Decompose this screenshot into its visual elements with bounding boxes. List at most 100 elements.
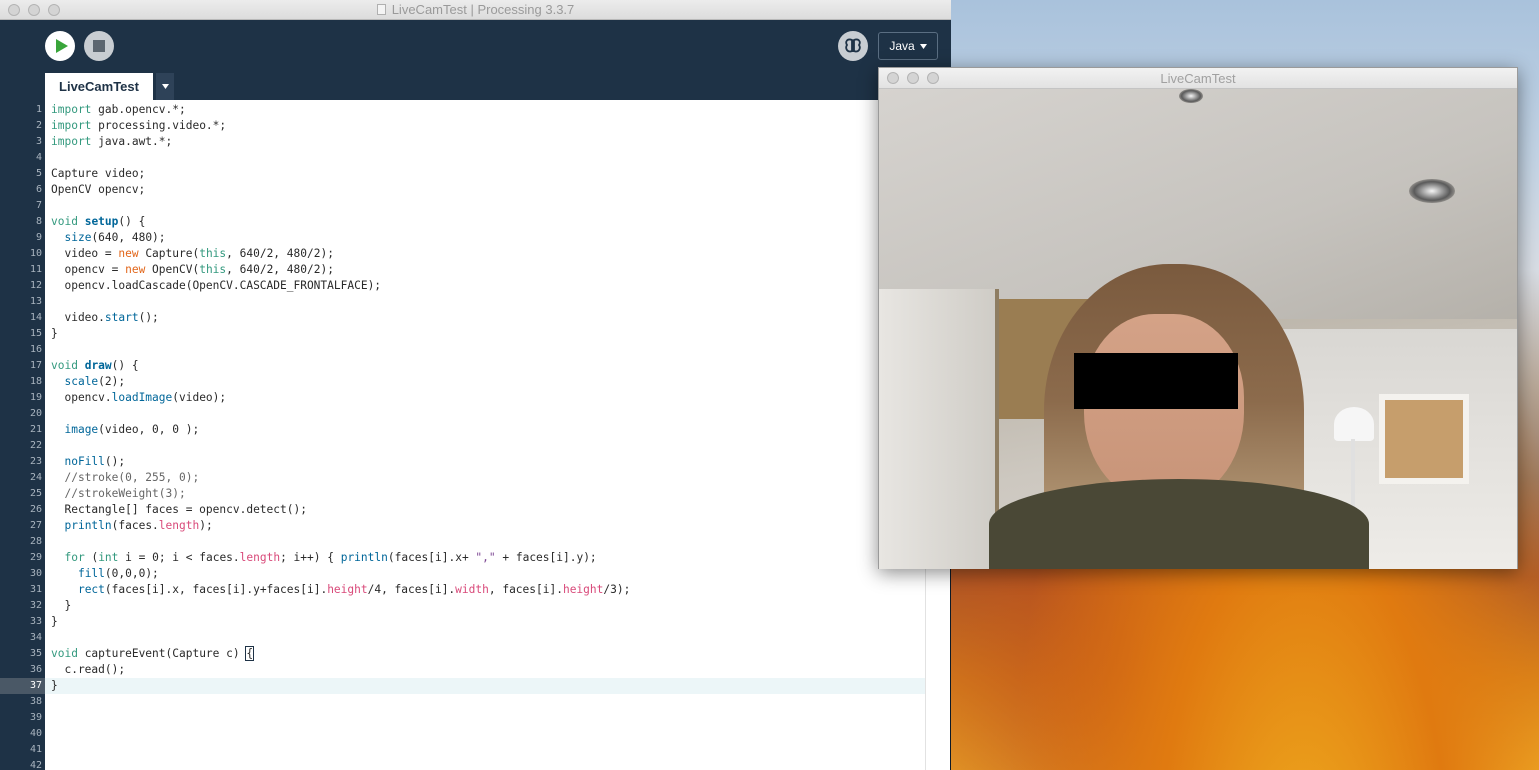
code-token: draw bbox=[84, 359, 112, 372]
ceiling-light bbox=[1409, 179, 1455, 203]
stop-button[interactable] bbox=[84, 31, 114, 61]
code-token: rect bbox=[77, 583, 105, 596]
code-token: OpenCV opencv; bbox=[51, 183, 146, 196]
debugger-butterfly-icon bbox=[845, 38, 861, 53]
line-number: 27 bbox=[29, 520, 42, 531]
code-token: fill bbox=[77, 567, 105, 580]
code-line: //strokeWeight(3); bbox=[51, 486, 185, 502]
code-line: import gab.opencv.*; bbox=[51, 102, 186, 118]
code-line: rect(faces[i].x, faces[i].y+faces[i].hei… bbox=[51, 582, 630, 598]
ide-toolbar: Java bbox=[0, 20, 951, 72]
code-token: i = 0; i < faces. bbox=[118, 551, 240, 564]
play-icon bbox=[55, 39, 68, 53]
code-line: image(video, 0, 0 ); bbox=[51, 422, 199, 438]
code-line: Capture video; bbox=[51, 166, 145, 182]
line-number: 29 bbox=[29, 552, 42, 563]
code-token: } bbox=[51, 615, 58, 628]
code-token: loadImage bbox=[111, 391, 173, 404]
code-token: import bbox=[51, 119, 92, 132]
code-line: } bbox=[51, 326, 58, 342]
code-token: /3); bbox=[603, 583, 631, 596]
code-line: void setup() { bbox=[51, 214, 145, 230]
code-token: () { bbox=[118, 215, 146, 228]
code-token: Rectangle[] faces = opencv.detect(); bbox=[51, 503, 307, 516]
line-number: 19 bbox=[29, 392, 42, 403]
line-number: 34 bbox=[29, 632, 42, 643]
line-number: 7 bbox=[35, 200, 42, 211]
sketch-titlebar: LiveCamTest bbox=[879, 68, 1517, 89]
code-token: "," bbox=[475, 551, 496, 564]
code-token: } bbox=[51, 327, 58, 340]
code-token: captureEvent(Capture c) bbox=[77, 647, 247, 660]
code-token: import bbox=[51, 103, 92, 116]
tab-menu-button[interactable] bbox=[156, 73, 174, 100]
line-number: 4 bbox=[35, 152, 42, 163]
line-number-gutter: 1 2 3 4 5 6 7 8 9 10 11 12 13 14 15 16 17 18 19 20 21 22 23 24 2… bbox=[0, 100, 45, 770]
run-button[interactable] bbox=[45, 31, 75, 61]
code-line: println(faces.length); bbox=[51, 518, 212, 534]
line-number: 10 bbox=[29, 248, 42, 259]
line-number: 9 bbox=[35, 232, 42, 243]
line-number: 15 bbox=[29, 328, 42, 339]
webcam-video-canvas bbox=[879, 89, 1517, 569]
line-number: 24 bbox=[29, 472, 42, 483]
code-editor[interactable]: import gab.opencv.*; import processing.vi… bbox=[45, 100, 925, 770]
code-token: this bbox=[199, 263, 227, 276]
code-token: opencv. bbox=[51, 391, 112, 404]
code-token: { bbox=[245, 646, 255, 661]
code-token: (0,0,0); bbox=[104, 567, 159, 580]
code-token: java.awt.*; bbox=[91, 135, 173, 148]
code-line: OpenCV opencv; bbox=[51, 182, 145, 198]
code-line: } bbox=[51, 614, 58, 630]
ide-window-title-text: LiveCamTest | Processing 3.3.7 bbox=[391, 2, 575, 17]
code-line: void draw() { bbox=[51, 358, 139, 374]
line-number: 20 bbox=[29, 408, 42, 419]
code-token: height bbox=[562, 583, 604, 596]
person-face bbox=[1084, 314, 1244, 504]
code-token: (faces. bbox=[111, 519, 159, 532]
code-token: (); bbox=[138, 311, 159, 324]
code-line: import processing.video.*; bbox=[51, 118, 226, 134]
mode-selector[interactable]: Java bbox=[878, 32, 938, 60]
code-token: start bbox=[104, 311, 139, 324]
code-token: void bbox=[51, 215, 78, 228]
code-line: opencv = new OpenCV(this, 640/2, 480/2); bbox=[51, 262, 334, 278]
line-number: 41 bbox=[29, 744, 42, 755]
line-number: 30 bbox=[29, 568, 42, 579]
code-token: this bbox=[199, 247, 227, 260]
line-number: 8 bbox=[35, 216, 42, 227]
line-number: 40 bbox=[29, 728, 42, 739]
code-line: size(640, 480); bbox=[51, 230, 166, 246]
code-token: import bbox=[51, 135, 92, 148]
line-number: 42 bbox=[29, 760, 42, 770]
stop-icon bbox=[93, 40, 105, 52]
line-number: 38 bbox=[29, 696, 42, 707]
line-number: 26 bbox=[29, 504, 42, 515]
code-line: void captureEvent(Capture c) { bbox=[51, 646, 255, 662]
code-token: size bbox=[64, 231, 92, 244]
line-number: 12 bbox=[29, 280, 42, 291]
code-token: , 640/2, 480/2); bbox=[226, 263, 334, 276]
code-token: (video, 0, 0 ); bbox=[98, 423, 200, 436]
line-number: 36 bbox=[29, 664, 42, 675]
code-token: new bbox=[125, 263, 146, 276]
debugger-button[interactable] bbox=[838, 31, 868, 61]
line-number: 16 bbox=[29, 344, 42, 355]
tab-livecamtest[interactable]: LiveCamTest bbox=[45, 73, 153, 100]
code-token: () { bbox=[111, 359, 139, 372]
code-token: int bbox=[98, 551, 119, 564]
code-token: } bbox=[51, 679, 58, 692]
code-token: new bbox=[118, 247, 139, 260]
code-token: + faces[i].y); bbox=[495, 551, 597, 564]
code-token: opencv.loadCascade(OpenCV.CASCADE_FRONTA… bbox=[51, 279, 382, 292]
code-token: image bbox=[64, 423, 99, 436]
code-token: (640, 480); bbox=[91, 231, 166, 244]
code-token: noFill bbox=[64, 455, 105, 468]
